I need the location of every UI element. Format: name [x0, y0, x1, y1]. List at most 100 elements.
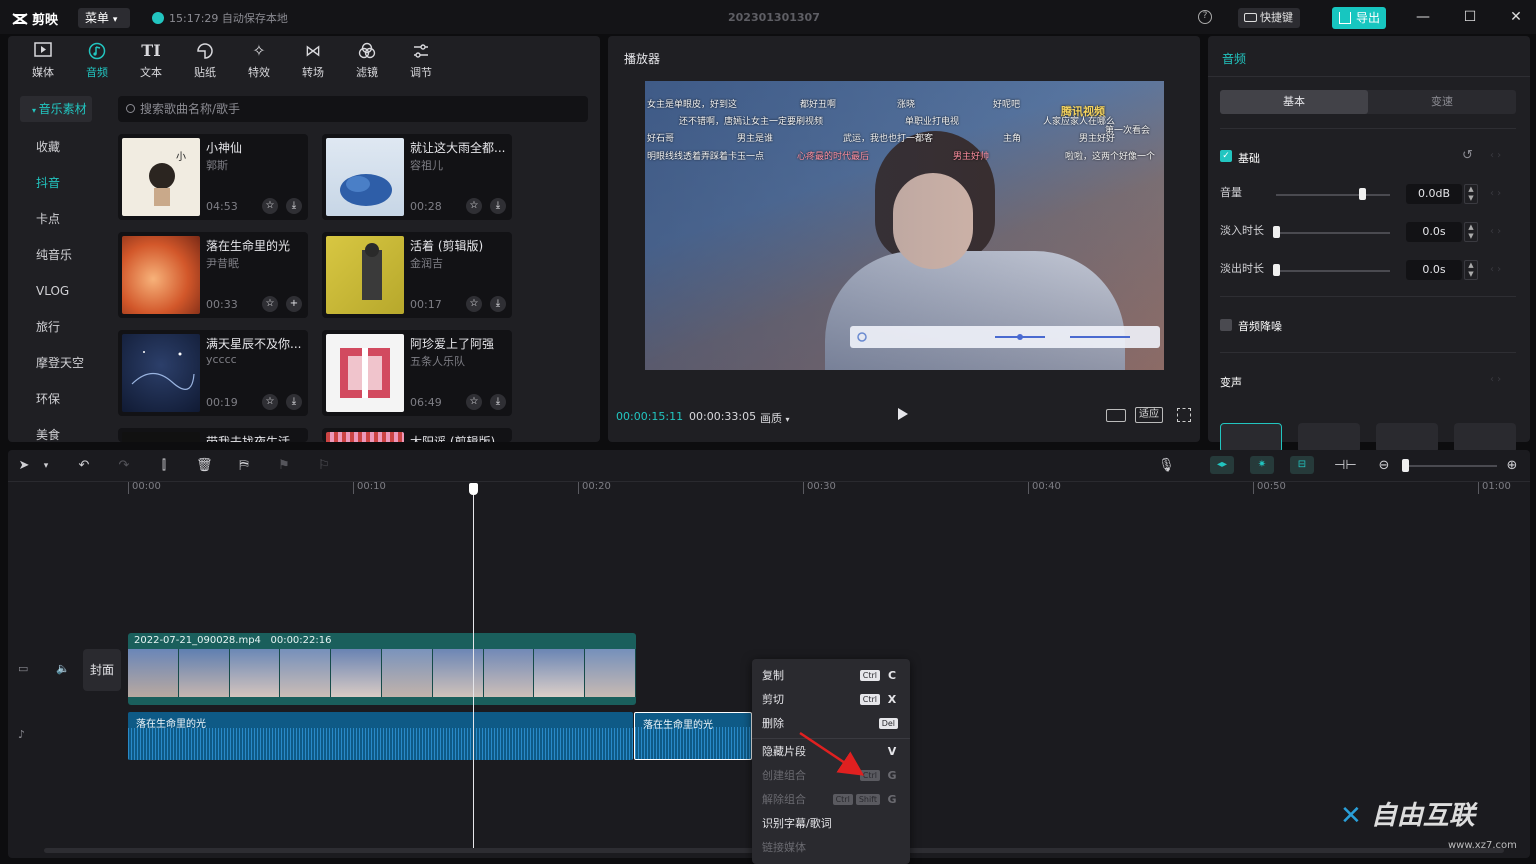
song-card[interactable]: 小 小神仙 郭斯 04:53 ☆ ⤓	[118, 134, 308, 220]
freeze-frame-icon[interactable]: ⛿	[236, 458, 252, 474]
favorite-star-icon[interactable]: ☆	[466, 296, 482, 312]
song-card[interactable]: 太阳谣 (剪辑版)	[322, 428, 512, 442]
tab-sticker[interactable]: 贴纸	[182, 40, 228, 80]
category-modern-sky[interactable]: 摩登天空	[20, 350, 92, 376]
song-card[interactable]: 就让这大雨全都... 容祖儿 00:28 ☆ ⤓	[322, 134, 512, 220]
menu-item-recognize-lyrics[interactable]: 识别字幕/歌词	[762, 812, 902, 836]
audio-clip-selected[interactable]: 落在生命里的光	[634, 712, 752, 760]
tab-adjust[interactable]: 调节	[398, 40, 444, 80]
fade-out-value[interactable]: 0.0s	[1406, 260, 1462, 280]
menu-item-link-media[interactable]: 链接媒体	[762, 836, 902, 860]
zoom-in-icon[interactable]: ⊕	[1504, 458, 1520, 474]
add-icon[interactable]: +	[286, 296, 302, 312]
cover-button[interactable]: 封面	[83, 649, 121, 691]
song-card[interactable]: 活着 (剪辑版) 金润吉 00:17 ☆ ⤓	[322, 232, 512, 318]
basic-checkbox[interactable]: ✓	[1220, 150, 1232, 162]
tab-effects[interactable]: ✧ 特效	[236, 40, 282, 80]
chevron-down-icon[interactable]: ▾	[38, 458, 54, 474]
download-icon[interactable]: ⤓	[490, 296, 506, 312]
mute-speaker-icon[interactable]: 🔈	[56, 662, 70, 675]
playhead[interactable]	[473, 484, 474, 848]
volume-stepper[interactable]: ▲ ▼	[1464, 184, 1478, 204]
tab-audio[interactable]: 音频	[74, 40, 120, 80]
category-douyin[interactable]: 抖音	[20, 170, 92, 196]
favorite-star-icon[interactable]: ☆	[466, 394, 482, 410]
menu-item-copy[interactable]: 复制 Ctrl C	[762, 664, 902, 688]
category-favorites[interactable]: 收藏	[20, 134, 92, 160]
tab-text[interactable]: TI 文本	[128, 40, 174, 80]
waveform-icon[interactable]	[1106, 409, 1126, 422]
favorite-star-icon[interactable]: ☆	[262, 394, 278, 410]
download-icon[interactable]: ⤓	[490, 394, 506, 410]
microphone-icon[interactable]: 🎙	[1158, 458, 1175, 474]
main-track-magnet-icon[interactable]: ◂▸	[1210, 456, 1234, 474]
select-cursor-icon[interactable]: ➤	[16, 458, 32, 474]
auto-snap-icon[interactable]: ✷	[1250, 456, 1274, 474]
zoom-out-icon[interactable]: ⊖	[1376, 458, 1392, 474]
tab-transition[interactable]: ⋈ 转场	[290, 40, 336, 80]
video-clip[interactable]: 2022-07-21_090028.mp4 00:00:22:16	[128, 633, 636, 705]
tab-basic[interactable]: 基本	[1220, 90, 1368, 114]
favorite-star-icon[interactable]: ☆	[262, 198, 278, 214]
category-vlog[interactable]: VLOG	[20, 278, 92, 304]
fade-out-stepper[interactable]: ▲ ▼	[1464, 260, 1478, 280]
play-icon[interactable]	[898, 408, 908, 420]
split-icon[interactable]: ⫿	[156, 458, 172, 474]
category-food[interactable]: 美食	[20, 422, 92, 442]
fade-out-slider-knob[interactable]	[1273, 264, 1280, 276]
menu-button[interactable]: 菜单 ▾	[78, 8, 130, 28]
favorite-star-icon[interactable]: ☆	[466, 198, 482, 214]
redo-icon[interactable]: ↷	[116, 458, 132, 474]
denoise-checkbox[interactable]	[1220, 319, 1232, 331]
tab-filter[interactable]: 滤镜	[344, 40, 390, 80]
mark-icon[interactable]: ⚑	[276, 458, 292, 474]
fade-out-slider[interactable]	[1276, 270, 1390, 272]
zoom-slider-knob[interactable]	[1402, 459, 1409, 472]
voice-effect-none[interactable]	[1220, 423, 1282, 453]
menu-item-cut[interactable]: 剪切 Ctrl X	[762, 688, 902, 712]
download-icon[interactable]: ⤓	[286, 198, 302, 214]
minimize-icon[interactable]: —	[1415, 9, 1431, 25]
video-preview[interactable]: 女主是单眼皮，好到这 都好丑啊 涨晓 好呢吧 腾讯视频 还不错啊，唐嫣让女主一定…	[645, 81, 1164, 370]
zoom-slider[interactable]	[1405, 465, 1497, 467]
download-icon[interactable]: ⤓	[490, 198, 506, 214]
volume-slider[interactable]	[1276, 194, 1390, 196]
audio-clip[interactable]: 落在生命里的光	[128, 712, 633, 760]
voice-effect-option[interactable]	[1298, 423, 1360, 453]
fullscreen-icon[interactable]	[1177, 408, 1191, 422]
fade-in-slider-knob[interactable]	[1273, 226, 1280, 238]
voice-effect-option[interactable]	[1376, 423, 1438, 453]
voice-effect-option[interactable]	[1454, 423, 1516, 453]
export-button[interactable]: 导出	[1332, 7, 1386, 29]
aspect-fit-button[interactable]: 适应	[1135, 407, 1163, 423]
category-travel[interactable]: 旅行	[20, 314, 92, 340]
playhead-handle[interactable]	[469, 483, 478, 495]
category-eco[interactable]: 环保	[20, 386, 92, 412]
song-card[interactable]: 阿珍爱上了阿强 五条人乐队 06:49 ☆ ⤓	[322, 330, 512, 416]
tab-media[interactable]: 媒体	[20, 40, 66, 80]
category-beat[interactable]: 卡点	[20, 206, 92, 232]
fade-in-value[interactable]: 0.0s	[1406, 222, 1462, 242]
preview-axis-icon[interactable]: ⊣⊢	[1334, 458, 1357, 474]
favorite-star-icon[interactable]: ☆	[262, 296, 278, 312]
mark-edit-icon[interactable]: ⚐	[316, 458, 332, 474]
download-icon[interactable]: ⤓	[286, 394, 302, 410]
shortcut-button[interactable]: 快捷键	[1238, 8, 1300, 28]
music-search-input[interactable]: 搜索歌曲名称/歌手	[118, 96, 588, 122]
delete-icon[interactable]: 🗑	[196, 458, 213, 474]
tab-speed[interactable]: 变速	[1368, 90, 1516, 114]
volume-value[interactable]: 0.0dB	[1406, 184, 1462, 204]
category-music-library[interactable]: ▾ 音乐素材	[20, 96, 92, 122]
category-pure-music[interactable]: 纯音乐	[20, 242, 92, 268]
song-card[interactable]: 落在生命里的光 尹昔眠 00:33 ☆ +	[118, 232, 308, 318]
fade-in-stepper[interactable]: ▲ ▼	[1464, 222, 1478, 242]
undo-icon[interactable]: ↶	[76, 458, 92, 474]
menu-item-ungroup[interactable]: 解除组合 Ctrl Shift G	[762, 788, 902, 812]
quality-dropdown[interactable]: 画质 ▾	[760, 410, 790, 426]
volume-slider-knob[interactable]	[1358, 188, 1366, 200]
close-icon[interactable]: ✕	[1508, 9, 1524, 25]
fade-in-slider[interactable]	[1276, 232, 1390, 234]
reset-icon[interactable]: ↺	[1462, 148, 1473, 163]
linkage-icon[interactable]: ⊟	[1290, 456, 1314, 474]
song-card[interactable]: 满天星辰不及你... ycccc 00:19 ☆ ⤓	[118, 330, 308, 416]
